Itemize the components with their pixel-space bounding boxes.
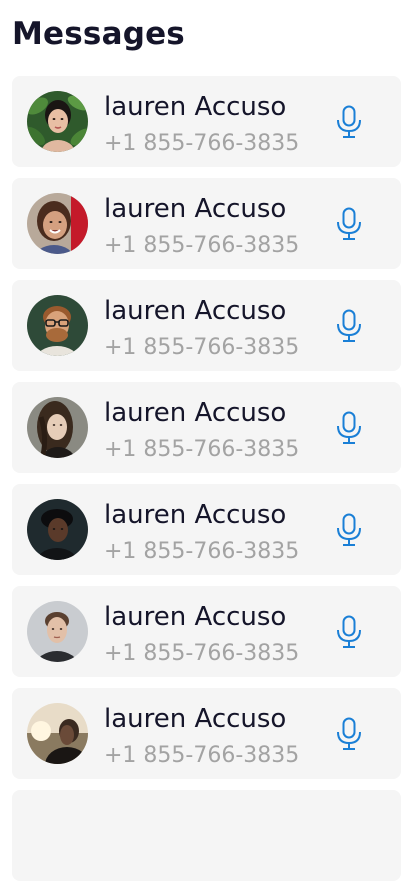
contact-card[interactable]: lauren Accuso +1 855-766-3835 [12, 484, 401, 575]
contact-phone: +1 855-766-3835 [104, 743, 300, 768]
page-title: Messages [12, 16, 185, 52]
contact-card[interactable]: lauren Accuso +1 855-766-3835 [12, 382, 401, 473]
contact-name: lauren Accuso [104, 398, 287, 428]
mic-icon[interactable] [335, 207, 363, 241]
contact-name: lauren Accuso [104, 500, 287, 530]
contact-list: lauren Accuso +1 855-766-3835 lauren Acc… [12, 76, 401, 892]
contact-card[interactable]: lauren Accuso +1 855-766-3835 [12, 178, 401, 269]
avatar [27, 91, 88, 152]
mic-icon[interactable] [335, 309, 363, 343]
contact-card[interactable]: lauren Accuso +1 855-766-3835 [12, 586, 401, 677]
avatar [27, 295, 88, 356]
avatar [27, 193, 88, 254]
contact-phone: +1 855-766-3835 [104, 335, 300, 360]
contact-card[interactable]: lauren Accuso +1 855-766-3835 [12, 688, 401, 779]
mic-icon[interactable] [335, 615, 363, 649]
contact-name: lauren Accuso [104, 92, 287, 122]
contact-phone: +1 855-766-3835 [104, 131, 300, 156]
avatar [27, 397, 88, 458]
avatar [27, 499, 88, 560]
contact-phone: +1 855-766-3835 [104, 233, 300, 258]
contact-name: lauren Accuso [104, 602, 287, 632]
contact-card-partial[interactable] [12, 790, 401, 881]
contact-phone: +1 855-766-3835 [104, 641, 300, 666]
mic-icon[interactable] [335, 411, 363, 445]
contact-name: lauren Accuso [104, 194, 287, 224]
contact-name: lauren Accuso [104, 704, 287, 734]
contact-phone: +1 855-766-3835 [104, 539, 300, 564]
contact-phone: +1 855-766-3835 [104, 437, 300, 462]
mic-icon[interactable] [335, 105, 363, 139]
avatar [27, 601, 88, 662]
mic-icon[interactable] [335, 513, 363, 547]
contact-name: lauren Accuso [104, 296, 287, 326]
contact-card[interactable]: lauren Accuso +1 855-766-3835 [12, 280, 401, 371]
avatar [27, 703, 88, 764]
mic-icon[interactable] [335, 717, 363, 751]
contact-card[interactable]: lauren Accuso +1 855-766-3835 [12, 76, 401, 167]
